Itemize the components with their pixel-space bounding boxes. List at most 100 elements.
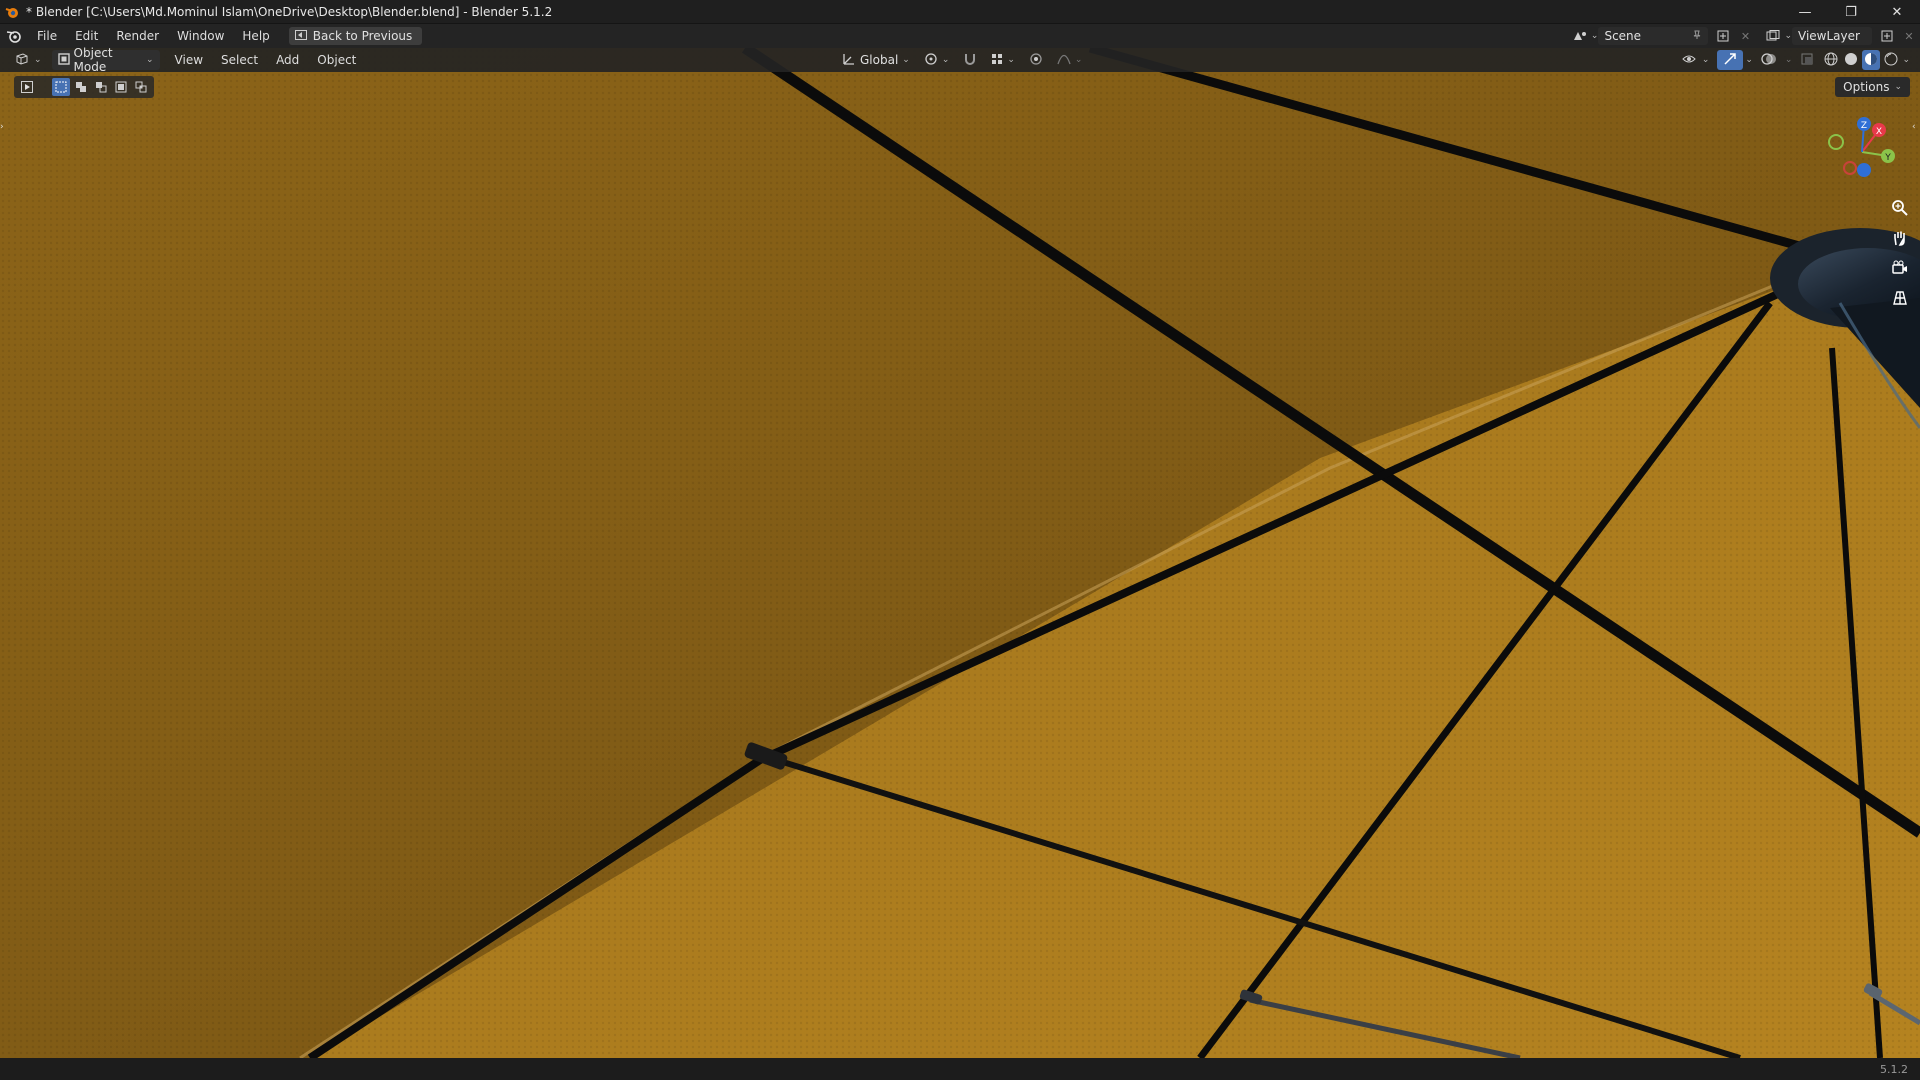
overlays-icon xyxy=(1761,52,1777,69)
gizmo-x-label: X xyxy=(1876,127,1882,137)
transform-orientation-label: Global xyxy=(860,53,899,67)
shading-material-preview-button[interactable] xyxy=(1862,50,1881,70)
shading-chevron-icon[interactable]: ⌄ xyxy=(1902,55,1910,65)
viewport-menu-add[interactable]: Add xyxy=(267,48,308,72)
menu-window[interactable]: Window xyxy=(168,24,233,48)
menu-help[interactable]: Help xyxy=(233,24,278,48)
viewport-menu-select[interactable]: Select xyxy=(212,48,267,72)
show-overlays-toggle[interactable] xyxy=(1755,50,1783,70)
3d-viewport[interactable] xyxy=(0,48,1920,1058)
blender-version: 5.1.2 xyxy=(1880,1062,1908,1076)
perspective-ortho-grid-icon[interactable] xyxy=(1888,286,1912,310)
select-tool-button[interactable] xyxy=(18,78,36,96)
material-preview-sphere-icon xyxy=(1864,52,1878,69)
back-to-previous-label: Back to Previous xyxy=(312,29,413,43)
viewport-menu-object[interactable]: Object xyxy=(308,48,365,72)
title-bar: * Blender [C:\Users\Md.Mominul Islam\One… xyxy=(0,0,1920,24)
falloff-chevron-icon: ⌄ xyxy=(1074,55,1083,65)
pivot-point-chevron-icon: ⌄ xyxy=(941,55,950,65)
select-invert-mode-button[interactable] xyxy=(112,78,130,96)
gizmo-chevron-icon[interactable]: ⌄ xyxy=(1745,55,1753,65)
camera-view-icon[interactable] xyxy=(1888,256,1912,280)
scene-name-field[interactable]: Scene xyxy=(1598,27,1709,45)
orientation-axes-icon xyxy=(842,52,856,69)
xray-icon xyxy=(1800,52,1814,69)
transform-orientation-chevron-icon: ⌄ xyxy=(902,55,910,65)
pivot-point-dropdown[interactable]: ⌄ xyxy=(918,50,956,70)
view-layer-dropdown-chevron-icon[interactable]: ⌄ xyxy=(1784,31,1792,41)
zoom-icon[interactable] xyxy=(1888,196,1912,220)
toolbar-expand-arrow-icon[interactable]: › xyxy=(0,122,8,138)
top-menu-bar: File Edit Render Window Help Back to Pre… xyxy=(0,24,1920,48)
eye-pointer-icon xyxy=(1682,53,1698,68)
rendered-sphere-icon xyxy=(1884,52,1898,69)
back-to-previous-button[interactable]: Back to Previous xyxy=(288,27,423,45)
new-scene-icon[interactable] xyxy=(1712,27,1734,45)
select-extend-mode-button[interactable] xyxy=(72,78,90,96)
snap-increment-icon xyxy=(991,53,1003,68)
close-button[interactable]: ✕ xyxy=(1874,0,1920,24)
status-bar: 5.1.2 xyxy=(0,1058,1920,1080)
umbrella-canopy-render xyxy=(0,48,1920,1058)
select-intersect-mode-button[interactable] xyxy=(132,78,150,96)
scene-dropdown-chevron-icon[interactable]: ⌄ xyxy=(1591,31,1599,41)
wireframe-sphere-icon xyxy=(1824,52,1838,69)
remove-view-layer-icon[interactable]: ✕ xyxy=(1898,27,1920,45)
pivot-point-icon xyxy=(924,52,938,69)
editor-type-button[interactable]: ⌄ xyxy=(8,50,48,70)
object-mode-dropdown[interactable]: Object Mode ⌄ xyxy=(51,46,160,74)
minimize-button[interactable]: — xyxy=(1782,0,1828,24)
viewport-header: ⌄ Object Mode ⌄ View Select Add Object G… xyxy=(0,46,1920,74)
blender-logo-icon[interactable] xyxy=(0,24,28,48)
select-new-mode-button[interactable] xyxy=(52,78,70,96)
options-chevron-icon: ⌄ xyxy=(1894,82,1902,92)
object-mode-icon xyxy=(57,52,70,68)
pin-icon[interactable] xyxy=(1692,29,1702,43)
shading-wireframe-button[interactable] xyxy=(1822,50,1840,70)
sidebar-expand-arrow-icon[interactable]: ‹ xyxy=(1912,122,1920,138)
view-layer-name: ViewLayer xyxy=(1798,29,1860,43)
gizmo-y-label: Y xyxy=(1884,153,1891,163)
snap-target-dropdown[interactable]: ⌄ xyxy=(985,50,1021,70)
viewport-menu-view[interactable]: View xyxy=(166,48,212,72)
show-gizmo-toggle[interactable] xyxy=(1717,50,1744,70)
shading-solid-button[interactable] xyxy=(1842,50,1860,70)
menu-render[interactable]: Render xyxy=(107,24,168,48)
options-dropdown[interactable]: Options ⌄ xyxy=(1835,77,1910,97)
snap-target-chevron-icon: ⌄ xyxy=(1007,55,1015,65)
proportional-falloff-dropdown[interactable]: ⌄ xyxy=(1051,50,1089,70)
selectability-chevron-icon: ⌄ xyxy=(1701,55,1710,65)
navigation-tools xyxy=(1888,196,1912,310)
new-view-layer-icon[interactable] xyxy=(1876,27,1898,45)
solid-sphere-icon xyxy=(1844,52,1858,69)
menu-edit[interactable]: Edit xyxy=(66,24,107,48)
proportional-editing-toggle[interactable] xyxy=(1023,50,1049,70)
scene-selector-icon[interactable] xyxy=(1569,27,1591,45)
pan-hand-icon[interactable] xyxy=(1888,226,1912,250)
selectability-visibility-dropdown[interactable]: ⌄ xyxy=(1676,50,1716,70)
gizmo-icon xyxy=(1723,52,1737,69)
window-title: * Blender [C:\Users\Md.Mominul Islam\One… xyxy=(26,4,553,19)
options-label: Options xyxy=(1843,80,1890,94)
magnet-icon xyxy=(963,52,977,69)
shading-rendered-button[interactable] xyxy=(1882,50,1900,70)
remove-scene-icon[interactable]: ✕ xyxy=(1734,27,1756,45)
snap-toggle[interactable] xyxy=(957,50,983,70)
navigation-gizmo[interactable]: Z X Y xyxy=(1826,112,1898,192)
transform-orientation-dropdown[interactable]: Global ⌄ xyxy=(836,50,916,70)
scene-name: Scene xyxy=(1604,29,1642,43)
object-mode-label: Object Mode xyxy=(73,46,113,74)
view-layer-field[interactable]: ViewLayer xyxy=(1792,27,1872,45)
restore-button[interactable]: ❐ xyxy=(1828,0,1874,24)
gizmo-z-label: Z xyxy=(1861,121,1867,131)
back-screen-icon xyxy=(294,29,307,43)
xray-toggle[interactable] xyxy=(1794,50,1820,70)
overlays-chevron-icon[interactable]: ⌄ xyxy=(1785,55,1793,65)
select-subtract-mode-button[interactable] xyxy=(92,78,110,96)
proportional-editing-icon xyxy=(1029,52,1043,69)
view-layer-icon[interactable] xyxy=(1762,27,1784,45)
object-mode-chevron-icon: ⌄ xyxy=(146,55,154,65)
menu-file[interactable]: File xyxy=(28,24,66,48)
blender-app-icon xyxy=(4,4,20,20)
editor-type-chevron-icon: ⌄ xyxy=(34,55,42,65)
